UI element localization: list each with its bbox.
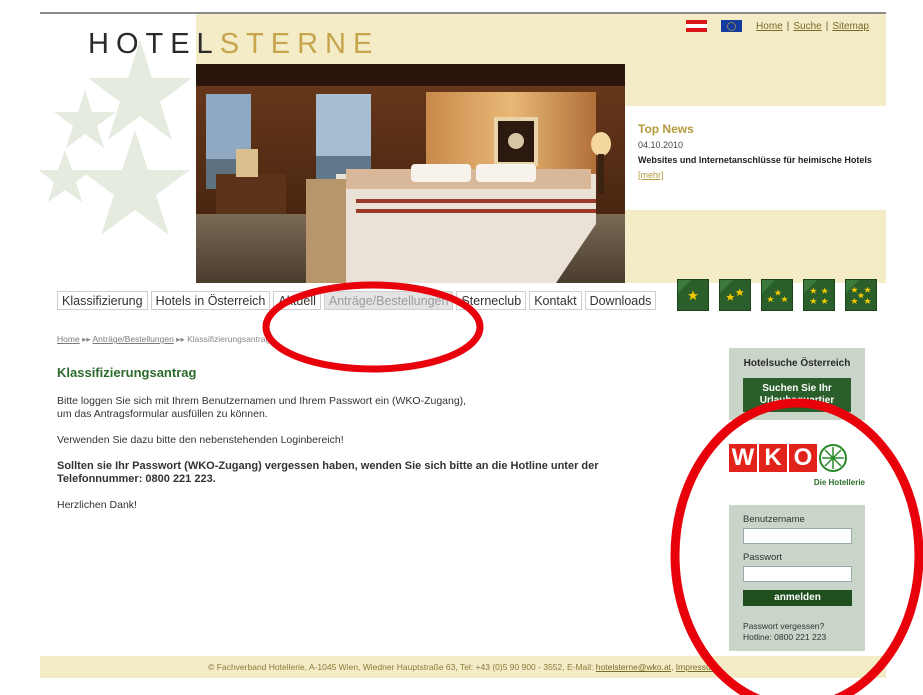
three-star-icon[interactable] <box>761 279 793 311</box>
password-label: Passwort <box>743 552 783 563</box>
login-button[interactable]: anmelden <box>743 590 852 606</box>
forgot-password-info: Passwort vergessen? Hotline: 0800 221 22… <box>743 621 853 643</box>
hotel-room-photo <box>196 64 625 283</box>
wko-letter-o: O <box>789 444 817 472</box>
breadcrumb-home[interactable]: Home <box>57 334 80 344</box>
wko-sunburst-icon <box>819 444 847 472</box>
eu-flag-icon[interactable] <box>721 20 743 32</box>
one-star-icon[interactable] <box>677 279 709 311</box>
nav-antraege-bestellungen[interactable]: Anträge/Bestellungen <box>323 291 454 310</box>
news-band-bottom <box>625 210 886 283</box>
thanks-text: Herzlichen Dank! <box>57 499 137 511</box>
username-input[interactable] <box>743 528 852 544</box>
breadcrumb-section[interactable]: Anträge/Bestellungen <box>93 334 174 344</box>
password-input[interactable] <box>743 566 852 582</box>
five-star-icon[interactable] <box>845 279 877 311</box>
main-nav: Klassifizierung Hotels in Österreich Akt… <box>57 291 657 310</box>
home-link[interactable]: Home <box>756 21 783 32</box>
nav-aktuell[interactable]: Aktuell <box>273 291 321 310</box>
breadcrumb: Home ▸▸ Anträge/Bestellungen ▸▸ Klassifi… <box>57 334 270 345</box>
star-category-links <box>677 279 877 311</box>
nav-kontakt[interactable]: Kontakt <box>529 291 582 310</box>
nav-downloads[interactable]: Downloads <box>584 291 657 310</box>
two-star-icon[interactable] <box>719 279 751 311</box>
footer-text: © Fachverband Hotellerie, A-1045 Wien, W… <box>208 662 596 672</box>
username-label: Benutzername <box>743 514 805 525</box>
wko-logo[interactable]: W K O Die Hotellerie <box>729 444 869 496</box>
hotel-search-title: Hotelsuche Österreich <box>743 358 851 369</box>
breadcrumb-arrow-icon: ▸▸ <box>82 334 91 344</box>
search-link[interactable]: Suche <box>793 21 821 32</box>
hotline-text: Hotline: 0800 221 223 <box>743 632 827 642</box>
wko-letter-k: K <box>759 444 787 472</box>
top-links: Home | Suche | Sitemap <box>686 20 869 32</box>
page-title: Klassifizierungsantrag <box>57 365 197 380</box>
separator: | <box>825 20 829 32</box>
nav-klassifizierung[interactable]: Klassifizierung <box>57 291 148 310</box>
news-title: Top News <box>638 122 694 136</box>
intro-text: Bitte loggen Sie sich mit Ihrem Benutzer… <box>57 395 667 421</box>
wko-letter-w: W <box>729 444 757 472</box>
top-news: Top News 04.10.2010 Websites und Interne… <box>638 122 883 183</box>
news-band-top <box>625 64 886 106</box>
hotel-search-button[interactable]: Suchen Sie Ihr Urlaubsquartier <box>743 378 851 412</box>
forgot-password-text[interactable]: Passwort vergessen? <box>743 621 824 631</box>
footer-email-link[interactable]: hotelsterne@wko.at <box>596 662 671 672</box>
footer: © Fachverband Hotellerie, A-1045 Wien, W… <box>40 656 886 678</box>
wko-letters: W K O <box>729 444 869 472</box>
logo-part-sterne: STERNE <box>219 28 380 60</box>
four-star-icon[interactable] <box>803 279 835 311</box>
login-hint: Verwenden Sie dazu bitte den nebenstehen… <box>57 434 344 446</box>
intro-line-2: um das Antragsformular ausfüllen zu könn… <box>57 408 268 420</box>
separator: | <box>786 20 790 32</box>
intro-line-1: Bitte loggen Sie sich mit Ihrem Benutzer… <box>57 395 467 407</box>
sitemap-link[interactable]: Sitemap <box>832 21 869 32</box>
news-headline[interactable]: Websites und Internetanschlüsse für heim… <box>638 155 883 165</box>
login-box: Benutzername Passwort anmelden Passwort … <box>729 505 865 651</box>
nav-sterneclub[interactable]: Sterneclub <box>456 291 527 310</box>
logo-part-hotel: HOTEL <box>88 28 220 60</box>
hotel-search-box: Hotelsuche Österreich Suchen Sie Ihr Url… <box>729 348 865 420</box>
footer-imprint-link[interactable]: Impressum <box>676 662 718 672</box>
breadcrumb-current: Klassifizierungsantrag <box>187 334 271 344</box>
news-more-link[interactable]: [mehr] <box>638 170 664 180</box>
nav-hotels-in-oesterreich[interactable]: Hotels in Österreich <box>150 291 271 310</box>
austria-flag-icon[interactable] <box>686 20 708 32</box>
wko-subtitle: Die Hotellerie <box>813 478 865 487</box>
breadcrumb-arrow-icon: ▸▸ <box>176 334 185 344</box>
news-date: 04.10.2010 <box>638 140 684 150</box>
main-content: Klassifizierungsantrag Bitte loggen Sie … <box>57 366 667 525</box>
site-logo[interactable]: HOTELSTERNE <box>88 28 379 61</box>
hotline-notice: Sollten sie Ihr Passwort (WKO-Zugang) ve… <box>57 460 599 485</box>
